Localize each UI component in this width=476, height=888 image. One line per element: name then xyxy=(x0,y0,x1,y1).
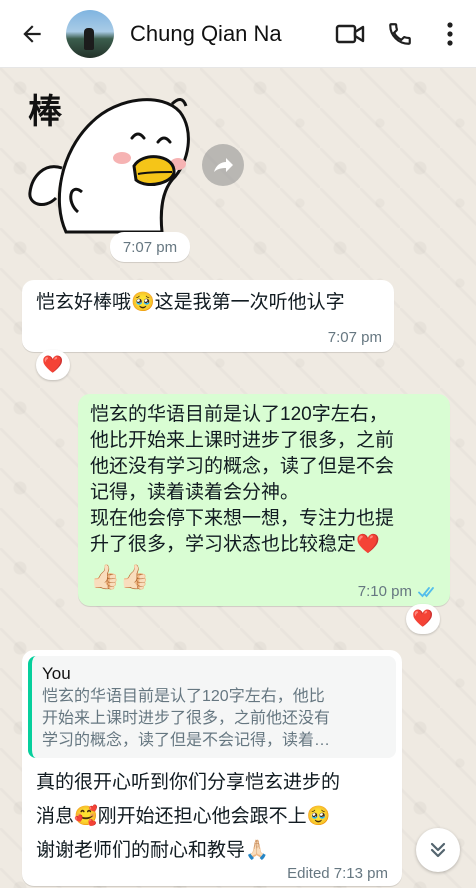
sticker-text: 棒 xyxy=(28,92,62,132)
incoming-reply-message[interactable]: You 恺玄的华语目前是认了120字左右，他比 开始来上课时进步了很多，之前他还… xyxy=(22,650,402,886)
message-line: 升了很多，学习状态也比较稳定❤️ xyxy=(90,534,380,555)
avatar[interactable] xyxy=(66,9,114,58)
scroll-to-bottom-button[interactable] xyxy=(416,828,460,872)
voice-call-button[interactable] xyxy=(380,14,420,54)
message-line: 谢谢老师们的耐心和教导🙏🏻 xyxy=(36,840,269,861)
sticker-message[interactable]: 棒 xyxy=(22,82,194,234)
reaction-badge[interactable]: ❤️ xyxy=(36,350,70,380)
quote-author: You xyxy=(42,664,71,683)
message-meta: 7:07 pm xyxy=(328,329,382,346)
video-call-button[interactable] xyxy=(330,14,370,54)
quote-text: 恺玄的华语目前是认了120字左右，他比 开始来上课时进步了很多，之前他还没有 学… xyxy=(42,686,386,752)
chat-header: Chung Qian Na xyxy=(0,0,476,68)
quote-line: 开始来上课时进步了很多，之前他还没有 xyxy=(42,710,331,727)
message-text: 恺玄好棒哦🥹这是我第一次听他认字 xyxy=(36,292,345,313)
outgoing-message[interactable]: 恺玄的华语目前是认了120字左右， 他比开始来上课时进步了很多，之前 他还没有学… xyxy=(78,394,450,606)
quote-line: 恺玄的华语目前是认了120字左右，他比 xyxy=(42,688,325,705)
message-meta: Edited 7:13 pm xyxy=(287,865,388,882)
message-meta: 7:10 pm xyxy=(358,583,438,600)
message-line: 他比开始来上课时进步了很多，之前 xyxy=(90,430,395,451)
message-line: 恺玄的华语目前是认了120字左右， xyxy=(90,404,388,425)
video-call-icon xyxy=(335,24,365,43)
voice-call-icon xyxy=(389,22,411,45)
message-timestamp: Edited 7:13 pm xyxy=(287,865,388,882)
quote-line: 学习的概念，读了但是不会记得，读着… xyxy=(42,732,331,749)
message-timestamp: 7:07 pm xyxy=(327,329,382,346)
more-options-icon xyxy=(447,21,453,46)
more-options-button[interactable] xyxy=(430,14,470,54)
quoted-message[interactable]: You 恺玄的华语目前是认了120字左右，他比 开始来上课时进步了很多，之前他还… xyxy=(28,656,396,758)
heart-reaction: ❤️ xyxy=(412,609,434,629)
message-line: 现在他会停下来想一想，专注力也提 xyxy=(90,508,395,529)
back-arrow-icon xyxy=(23,24,41,43)
message-line: 记得，读着读着会分神。 xyxy=(90,482,300,503)
message-timestamp: 7:10 pm xyxy=(357,583,412,600)
read-ticks-icon xyxy=(418,586,434,597)
double-chevron-down-icon xyxy=(430,842,446,858)
forward-icon xyxy=(214,158,233,172)
incoming-message[interactable]: 恺玄好棒哦🥹这是我第一次听他认字 7:07 pm xyxy=(22,280,394,352)
message-line: 真的很开心听到你们分享恺玄进步的 xyxy=(36,772,341,793)
reaction-badge[interactable]: ❤️ xyxy=(406,604,440,634)
message-text: 恺玄的华语目前是认了120字左右， 他比开始来上课时进步了很多，之前 他还没有学… xyxy=(90,402,438,558)
heart-reaction: ❤️ xyxy=(42,355,64,375)
sticker-timestamp: 7:07 pm xyxy=(110,232,190,262)
message-line: 他还没有学习的概念，读了但是不会 xyxy=(90,456,395,477)
forward-button[interactable] xyxy=(202,144,244,186)
contact-name[interactable]: Chung Qian Na xyxy=(130,21,330,47)
back-button[interactable] xyxy=(12,14,52,54)
message-line: 消息🥰刚开始还担心他会跟不上🥹 xyxy=(36,806,331,827)
message-text: 真的很开心听到你们分享恺玄进步的 消息🥰刚开始还担心他会跟不上🥹 谢谢老师们的耐… xyxy=(28,758,396,868)
